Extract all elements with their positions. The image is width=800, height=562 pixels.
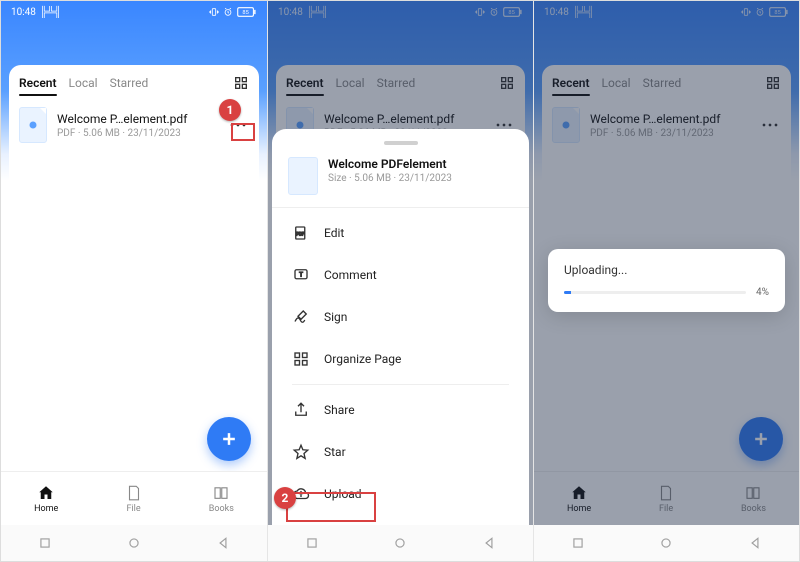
phone-screen-1: 10:48 ╠╩╣ 85 Home ♛ Recent Local <box>1 1 267 561</box>
svg-text:85: 85 <box>242 10 248 16</box>
comment-icon: T <box>292 266 310 284</box>
callout-1: 1 <box>219 99 241 121</box>
sys-home-icon[interactable] <box>393 536 407 550</box>
system-nav <box>1 525 267 561</box>
sys-recent-icon[interactable] <box>38 536 52 550</box>
sheet-item-organize[interactable]: Organize Page <box>272 338 529 380</box>
sys-recent-icon[interactable] <box>305 536 319 550</box>
svg-text:PDF: PDF <box>296 231 305 237</box>
sheet-item-comment[interactable]: T Comment <box>272 254 529 296</box>
upload-label: Uploading... <box>564 263 769 277</box>
status-bar: 10:48 ╠╩╣ 85 <box>1 1 267 23</box>
svg-text:T: T <box>299 272 303 279</box>
bottom-nav: Home File Books <box>1 471 267 525</box>
callout-1-box <box>231 123 255 141</box>
file-meta: PDF · 5.06 MB · 23/11/2023 <box>57 128 217 139</box>
tabs: Recent Local Starred <box>19 76 148 90</box>
callout-2-box <box>286 492 376 522</box>
sheet-thumb-icon <box>288 157 318 195</box>
sheet-item-star[interactable]: Star <box>272 431 529 473</box>
share-icon <box>292 401 310 419</box>
phone-screen-3: 10:48 ╠╩╣ 85 Home ♛ Recent Local <box>533 1 799 561</box>
upload-progress-bar <box>564 291 746 294</box>
status-time: 10:48 <box>11 7 36 18</box>
organize-icon <box>292 350 310 368</box>
fab-add[interactable] <box>207 417 251 461</box>
system-nav <box>534 525 799 561</box>
callout-2: 2 <box>274 487 296 509</box>
system-nav <box>268 525 533 561</box>
edit-icon: PDF <box>292 224 310 242</box>
tab-local[interactable]: Local <box>69 76 98 90</box>
grid-view-icon[interactable] <box>233 75 249 91</box>
file-name: Welcome P…element.pdf <box>57 112 217 126</box>
sheet-file-meta: Size · 5.06 MB · 23/11/2023 <box>328 173 452 184</box>
sheet-item-share[interactable]: Share <box>272 389 529 431</box>
tab-starred[interactable]: Starred <box>110 76 149 90</box>
sys-back-icon[interactable] <box>216 536 230 550</box>
sys-back-icon[interactable] <box>482 536 496 550</box>
file-item[interactable]: Welcome P…element.pdf PDF · 5.06 MB · 23… <box>19 101 249 149</box>
sheet-item-sign[interactable]: Sign <box>272 296 529 338</box>
sys-back-icon[interactable] <box>748 536 762 550</box>
content-card: Recent Local Starred Welcome P…element.p… <box>9 65 259 471</box>
tab-recent[interactable]: Recent <box>19 76 57 90</box>
upload-toast: Uploading... 4% <box>548 249 785 312</box>
nav-books[interactable]: Books <box>209 484 234 514</box>
alarm-icon <box>223 7 233 17</box>
sheet-file-title: Welcome PDFelement <box>328 157 452 171</box>
sys-recent-icon[interactable] <box>571 536 585 550</box>
sheet-item-edit[interactable]: PDF Edit <box>272 212 529 254</box>
sys-home-icon[interactable] <box>127 536 141 550</box>
nav-file[interactable]: File <box>125 484 143 514</box>
file-thumb-icon <box>19 107 47 143</box>
sys-home-icon[interactable] <box>659 536 673 550</box>
vibrate-icon <box>209 7 219 17</box>
phone-screen-2: 10:48 ╠╩╣ 85 Home ♛ Recent Local <box>267 1 533 561</box>
bottom-sheet: Welcome PDFelement Size · 5.06 MB · 23/1… <box>272 129 529 527</box>
star-icon <box>292 443 310 461</box>
battery-icon: 85 <box>237 7 257 17</box>
sign-icon <box>292 308 310 326</box>
status-indicator: ╠╩╣ <box>40 7 61 18</box>
upload-percent: 4% <box>756 287 769 298</box>
sheet-handle[interactable] <box>384 141 418 145</box>
nav-home[interactable]: Home <box>34 484 58 514</box>
